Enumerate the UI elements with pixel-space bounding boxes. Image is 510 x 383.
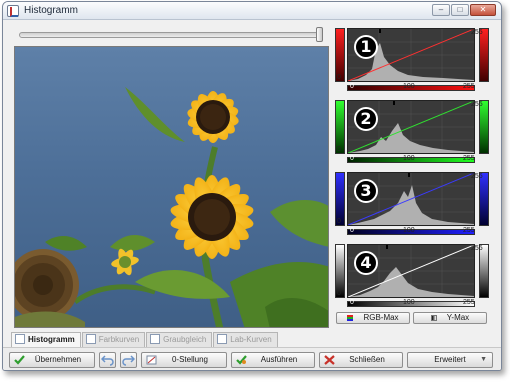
luminance-icon (430, 315, 437, 321)
histogram-green[interactable]: 2 (347, 100, 475, 154)
blue-axis-min: 0 (350, 227, 354, 234)
histogram-window: Histogramm – □ ✕ 1 0 255 0 100 255 2 0 2… (2, 1, 502, 371)
gray-axis-zero-left: 0 (337, 290, 341, 297)
zoom-slider-track[interactable] (19, 32, 321, 38)
title-bar: Histogramm – □ ✕ (3, 2, 501, 20)
rgb-max-button[interactable]: RGB-Max (336, 312, 410, 324)
bottom-toolbar: Übernehmen 0-Stellung Ausführen Schließe… (3, 347, 501, 370)
redo-button[interactable] (120, 352, 137, 368)
check-icon (14, 355, 25, 365)
tab-strip: Histogramm Farbkurven Graubgleich Lab-Ku… (11, 332, 279, 347)
close-button[interactable]: Schließen (319, 352, 403, 368)
histogram-green-panel: 2 0 255 0 100 255 (335, 100, 489, 163)
tab-farbkurven[interactable]: Farbkurven (81, 332, 146, 347)
gray-balance-tab-icon (150, 334, 161, 344)
app-icon (7, 5, 19, 17)
close-label: Schließen (349, 355, 385, 364)
histogram-red[interactable]: 1 (347, 28, 475, 82)
redo-icon (122, 355, 136, 366)
badge-3: 3 (354, 179, 378, 203)
sunflower-photo (15, 87, 328, 327)
green-axis-zero-left: 0 (337, 146, 341, 153)
rgb-max-label: RGB-Max (363, 313, 399, 322)
green-axis-min: 0 (350, 155, 354, 162)
zoom-slider-thumb[interactable] (316, 27, 323, 42)
image-preview[interactable] (14, 46, 329, 328)
histogram-luminance[interactable]: 4 (347, 244, 475, 298)
undo-button[interactable] (99, 352, 116, 368)
apply-label: Übernehmen (34, 355, 82, 364)
execute-icon (236, 355, 247, 365)
green-axis-max: 255 (463, 155, 475, 162)
blue-axis-max-top: 255 (471, 173, 483, 180)
chevron-down-icon: ▼ (480, 356, 487, 363)
reset-button[interactable]: 0-Stellung (141, 352, 227, 368)
lab-curves-tab-icon (217, 334, 228, 344)
maximize-button[interactable]: □ (451, 4, 469, 16)
histogram-tab-icon (15, 334, 25, 344)
advanced-dropdown-button[interactable]: Erweitert ▼ (407, 352, 493, 368)
tab-lab-kurven-label: Lab-Kurven (230, 335, 272, 344)
blue-axis-max: 255 (463, 227, 475, 234)
blue-axis-zero-left: 0 (337, 218, 341, 225)
close-window-button[interactable]: ✕ (470, 4, 496, 16)
red-axis-max-top: 255 (471, 29, 483, 36)
undo-icon (100, 355, 114, 366)
advanced-label: Erweitert (434, 355, 466, 364)
close-x-icon (324, 355, 335, 365)
gray-axis-max: 255 (463, 299, 475, 306)
tab-lab-kurven[interactable]: Lab-Kurven (213, 332, 278, 347)
tab-histogramm[interactable]: Histogramm (11, 332, 81, 347)
tab-histogramm-label: Histogramm (28, 335, 75, 344)
tab-farbkurven-label: Farbkurven (98, 335, 140, 344)
badge-4: 4 (354, 251, 378, 275)
execute-label: Ausführen (260, 355, 298, 364)
tab-graubgleich-label: Graubgleich (163, 335, 207, 344)
gray-axis-min: 0 (350, 299, 354, 306)
green-axis-max-top: 255 (471, 101, 483, 108)
color-curves-tab-icon (85, 334, 96, 344)
blue-axis-mid: 100 (403, 227, 415, 234)
minimize-button[interactable]: – (432, 4, 450, 16)
apply-button[interactable]: Übernehmen (9, 352, 95, 368)
badge-1: 1 (354, 35, 378, 59)
histogram-blue-panel: 3 0 255 0 100 255 (335, 172, 489, 235)
y-max-button[interactable]: Y-Max (413, 312, 487, 324)
rgb-icon (347, 315, 354, 321)
execute-button[interactable]: Ausführen (231, 352, 315, 368)
histogram-red-panel: 1 0 255 0 100 255 (335, 28, 489, 91)
window-title: Histogramm (24, 5, 78, 16)
reset-icon (146, 355, 157, 365)
badge-2: 2 (354, 107, 378, 131)
tab-graubgleich[interactable]: Graubgleich (146, 332, 213, 347)
red-axis-mid: 100 (403, 83, 415, 90)
reset-label: 0-Stellung (171, 355, 209, 364)
histogram-blue[interactable]: 3 (347, 172, 475, 226)
gray-axis-mid: 100 (403, 299, 415, 306)
green-axis-mid: 100 (403, 155, 415, 162)
red-axis-zero-left: 0 (337, 74, 341, 81)
red-axis-min: 0 (350, 83, 354, 90)
y-max-label: Y-Max (446, 313, 470, 322)
red-axis-max: 255 (463, 83, 475, 90)
gray-axis-max-top: 255 (471, 245, 483, 252)
histogram-luminance-panel: 4 0 255 0 100 255 (335, 244, 489, 307)
